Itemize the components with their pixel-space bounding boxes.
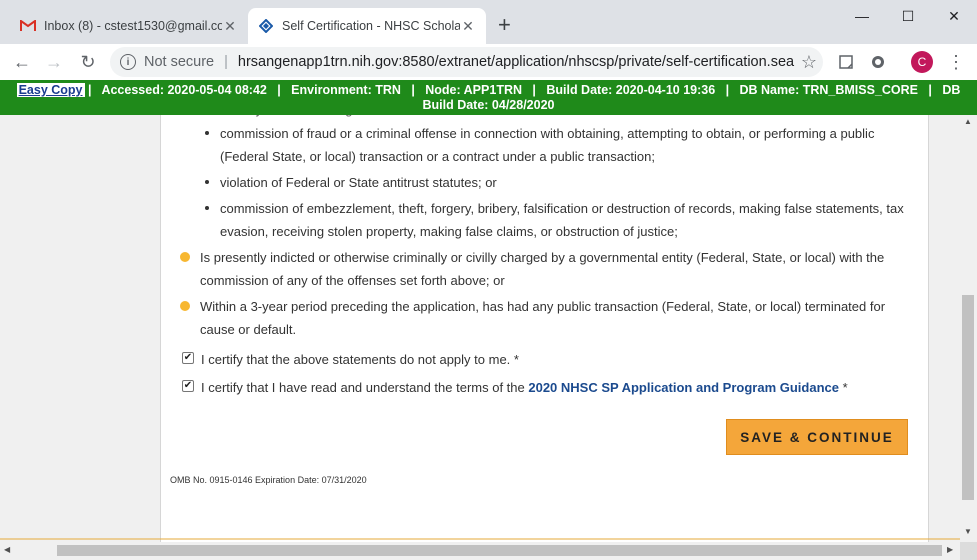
build-date: Build Date: 04/28/2020 xyxy=(422,98,555,112)
security-label: Not secure xyxy=(144,54,215,70)
sub-bullet-marker xyxy=(205,180,209,184)
scrollbar-corner xyxy=(960,542,977,560)
tab-strip: Inbox (8) - cstest1530@gmail.com ✕ Self … xyxy=(0,0,977,44)
save-continue-button[interactable]: SAVE & CONTINUE xyxy=(726,419,908,455)
bullet-dot xyxy=(180,301,190,311)
profile-avatar[interactable]: C xyxy=(911,51,933,73)
tab-inbox[interactable]: Inbox (8) - cstest1530@gmail.com ✕ xyxy=(10,8,248,44)
bullet-terminated: Within a 3-year period preceding the app… xyxy=(200,299,886,337)
close-tab-icon[interactable]: ✕ xyxy=(460,18,476,34)
program-guidance-link[interactable]: 2020 NHSC SP Application and Program Gui… xyxy=(528,380,839,395)
browser-toolbar: ← → ↻ i Not secure | hrsangenapp1trn.nih… xyxy=(0,44,977,80)
maximize-button[interactable]: ☐ xyxy=(885,0,931,32)
menu-icon[interactable]: ⋮ xyxy=(946,50,966,74)
close-tab-icon[interactable]: ✕ xyxy=(222,18,238,34)
gmail-icon xyxy=(20,18,36,34)
bookmark-star-icon[interactable]: ☆ xyxy=(795,52,823,73)
environment-bar: Easy Copy | Accessed: 2020-05-04 08:42 |… xyxy=(0,80,977,115)
bullet-indicted: Is presently indicted or otherwise crimi… xyxy=(200,250,885,288)
back-icon[interactable]: ← xyxy=(10,50,34,74)
divider: | xyxy=(224,54,228,70)
address-bar[interactable]: i Not secure | hrsangenapp1trn.nih.gov:8… xyxy=(110,47,823,77)
vertical-scrollbar[interactable]: ▲ ▼ xyxy=(960,115,977,542)
extension-circle-icon[interactable] xyxy=(868,52,888,72)
certify-guidance-label: I certify that I have read and understan… xyxy=(201,380,848,395)
certify-guidance-checkbox[interactable]: ✔ xyxy=(182,380,194,392)
tab-title: Inbox (8) - cstest1530@gmail.com xyxy=(44,19,222,33)
scroll-down-icon[interactable]: ▼ xyxy=(964,527,972,536)
page-divider xyxy=(0,538,960,540)
minimize-button[interactable]: — xyxy=(839,0,885,32)
forward-icon[interactable]: → xyxy=(42,50,66,74)
environment-info: | Accessed: 2020-05-04 08:42 | Environme… xyxy=(88,83,961,97)
tab-title: Self Certification - NHSC Scholarship xyxy=(282,19,460,33)
certify-statements-checkbox[interactable]: ✔ xyxy=(182,352,194,364)
sub-bullet-antitrust: violation of Federal or State antitrust … xyxy=(220,175,497,190)
vertical-scroll-thumb[interactable] xyxy=(962,295,974,500)
info-icon[interactable]: i xyxy=(120,54,136,70)
nhsc-icon xyxy=(258,18,274,34)
scroll-up-icon[interactable]: ▲ xyxy=(964,117,972,126)
sub-bullet-embezzlement: commission of embezzlement, theft, forge… xyxy=(220,201,904,239)
scroll-right-icon[interactable]: ▶ xyxy=(947,545,953,554)
scroll-left-icon[interactable]: ◀ xyxy=(4,545,10,554)
omb-number: OMB No. 0915-0146 Expiration Date: 07/31… xyxy=(170,475,367,485)
horizontal-scroll-thumb[interactable] xyxy=(57,545,942,556)
page-viewport: her for any of the following offenses: c… xyxy=(0,80,960,542)
easy-copy-link[interactable]: Easy Copy xyxy=(16,83,85,97)
new-tab-button[interactable]: + xyxy=(498,14,511,36)
sub-bullet-fraud: commission of fraud or a criminal offens… xyxy=(220,126,875,164)
extension-note-icon[interactable] xyxy=(836,52,856,72)
url-text[interactable]: hrsangenapp1trn.nih.gov:8580/extranet/ap… xyxy=(238,54,795,70)
sub-bullet-marker xyxy=(205,206,209,210)
close-window-button[interactable]: ✕ xyxy=(931,0,977,32)
horizontal-scrollbar[interactable]: ◀ ▶ xyxy=(0,542,960,560)
certify-statements-label: I certify that the above statements do n… xyxy=(201,352,519,367)
environment-line-1: Easy Copy | Accessed: 2020-05-04 08:42 |… xyxy=(0,83,977,98)
bullet-dot xyxy=(180,252,190,262)
tab-self-certification[interactable]: Self Certification - NHSC Scholarship ✕ xyxy=(248,8,486,44)
reload-icon[interactable]: ↻ xyxy=(76,50,100,74)
sub-bullet-marker xyxy=(205,131,209,135)
